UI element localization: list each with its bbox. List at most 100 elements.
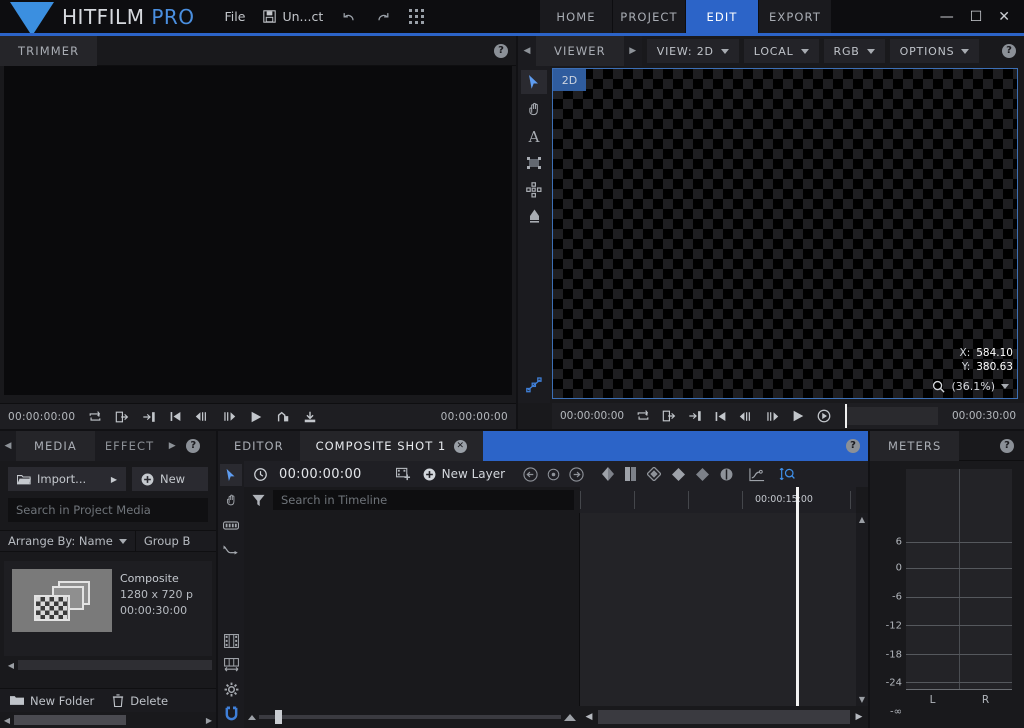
- coordinate-space-dropdown[interactable]: LOCAL: [744, 39, 819, 63]
- editor-help-icon[interactable]: ?: [846, 439, 860, 453]
- timeline-hscroll-thumb[interactable]: [598, 710, 850, 724]
- step-forward-icon[interactable]: [765, 410, 779, 423]
- prev-keyframe-icon[interactable]: [523, 467, 538, 482]
- viewer-zoom-control[interactable]: (36.1%): [926, 376, 1015, 396]
- slide-curve-icon[interactable]: [220, 539, 242, 561]
- hand-pan-icon[interactable]: [220, 489, 242, 511]
- timeline-search-input[interactable]: Search in Timeline: [273, 490, 574, 510]
- zoom-in-handle-icon[interactable]: [564, 714, 576, 721]
- group-by-dropdown[interactable]: Group B: [136, 531, 199, 551]
- close-icon[interactable]: ✕: [454, 440, 467, 453]
- ease-keyframe-icon[interactable]: [647, 467, 661, 481]
- channel-dropdown[interactable]: RGB: [824, 39, 885, 63]
- step-forward-icon[interactable]: [222, 410, 236, 423]
- value-graph-icon[interactable]: [749, 467, 765, 482]
- transform-box-icon[interactable]: [521, 151, 547, 175]
- list-item[interactable]: Composite 1280 x 720 p 00:00:30:00: [12, 569, 204, 632]
- add-keyframe-icon[interactable]: [547, 468, 560, 481]
- timeline-track-area[interactable]: [580, 513, 856, 706]
- media-tabs-next-arrow[interactable]: ▶: [164, 431, 180, 461]
- scroll-left-arrow-icon[interactable]: ◀: [582, 712, 596, 722]
- import-in-icon[interactable]: [142, 410, 156, 424]
- pen-tool-icon[interactable]: [521, 205, 547, 229]
- step-back-icon[interactable]: [195, 410, 209, 423]
- tab-media[interactable]: MEDIA: [16, 431, 95, 461]
- select-arrow-icon[interactable]: [521, 70, 547, 94]
- timeline-hscrollbar[interactable]: ◀ ▶: [580, 706, 868, 728]
- close-button[interactable]: ✕: [998, 10, 1010, 24]
- import-button[interactable]: Import... ▶: [8, 467, 126, 491]
- add-snapshot-icon[interactable]: [396, 467, 411, 481]
- new-button[interactable]: New: [132, 467, 208, 491]
- tab-composite-shot-1[interactable]: COMPOSITE SHOT 1 ✕: [300, 431, 484, 461]
- select-arrow-icon[interactable]: [220, 464, 242, 486]
- grid-apps-icon[interactable]: [409, 9, 424, 24]
- text-tool-icon[interactable]: A: [521, 124, 547, 148]
- filmstrip-resize-icon[interactable]: [220, 654, 242, 676]
- bezier-keyframe-icon[interactable]: [696, 468, 709, 481]
- skip-start-icon[interactable]: [714, 410, 727, 423]
- file-menu[interactable]: File: [225, 9, 246, 24]
- magnet-snap-icon[interactable]: [220, 702, 242, 724]
- scroll-left-arrow-icon[interactable]: ◀: [0, 716, 14, 725]
- timeline-vscrollbar[interactable]: ▲ ▼: [856, 513, 868, 706]
- export-frame-icon[interactable]: [303, 410, 317, 424]
- media-help-icon[interactable]: ?: [186, 439, 200, 453]
- timeline-timecode[interactable]: 00:00:00:00: [279, 467, 362, 482]
- skip-start-icon[interactable]: [169, 410, 182, 423]
- hold-keyframe-icon[interactable]: [625, 467, 636, 481]
- gear-icon[interactable]: [220, 678, 242, 700]
- timeline-zoom-slider[interactable]: [259, 715, 561, 719]
- media-hscroll-thumb[interactable]: [18, 660, 212, 670]
- constant-keyframe-icon[interactable]: [720, 468, 733, 481]
- export-out-icon[interactable]: [115, 410, 129, 424]
- import-in-icon[interactable]: [688, 409, 702, 423]
- project-name-button[interactable]: Un...ct: [263, 9, 323, 24]
- scroll-up-arrow-icon[interactable]: ▲: [859, 515, 865, 524]
- filter-funnel-icon[interactable]: [252, 494, 265, 507]
- meters-help-icon[interactable]: ?: [1000, 439, 1014, 453]
- view-mode-dropdown[interactable]: VIEW: 2D: [647, 39, 739, 63]
- mode-tab-edit[interactable]: EDIT: [686, 0, 758, 33]
- hand-pan-icon[interactable]: [521, 97, 547, 121]
- timeline-ruler[interactable]: 00:00:15:00 00:00:3: [580, 487, 856, 513]
- tab-editor[interactable]: EDITOR: [218, 431, 300, 461]
- media-tabs-prev-arrow[interactable]: ◀: [0, 431, 16, 461]
- trimmer-help-icon[interactable]: ?: [494, 44, 508, 58]
- fit-zoom-icon[interactable]: [779, 466, 795, 482]
- timeline-layer-list[interactable]: [244, 513, 580, 706]
- media-panel-hscrollbar[interactable]: ◀ ▶: [0, 712, 216, 728]
- media-list-hscrollbar[interactable]: ◀: [4, 658, 212, 672]
- move-anchor-icon[interactable]: [521, 178, 547, 202]
- viewer-tabs-next-arrow[interactable]: ▶: [624, 36, 642, 66]
- new-folder-button[interactable]: New Folder: [10, 694, 94, 708]
- media-item-list[interactable]: Composite 1280 x 720 p 00:00:30:00: [4, 561, 212, 656]
- scroll-right-arrow-icon[interactable]: ▶: [852, 712, 866, 722]
- timeline-playhead[interactable]: [796, 487, 799, 706]
- maximize-button[interactable]: ☐: [970, 10, 983, 24]
- redo-icon[interactable]: [375, 9, 391, 25]
- delete-button[interactable]: Delete: [112, 694, 168, 708]
- undo-icon[interactable]: [341, 9, 357, 25]
- viewer-canvas[interactable]: 2D X:584.10 Y:380.63 (36.1%): [552, 68, 1018, 399]
- play-icon[interactable]: [791, 409, 805, 423]
- next-keyframe-icon[interactable]: [569, 467, 584, 482]
- set-in-out-icon[interactable]: [276, 410, 290, 424]
- loop-icon[interactable]: [88, 410, 102, 424]
- filmstrip-icon[interactable]: [220, 630, 242, 652]
- search-input[interactable]: Search in Project Media: [8, 498, 208, 522]
- viewer-help-icon[interactable]: ?: [1002, 44, 1016, 58]
- viewer-scrub-bar[interactable]: [845, 407, 938, 425]
- media-panel-hscroll-thumb[interactable]: [14, 715, 126, 725]
- tab-trimmer[interactable]: TRIMMER: [0, 36, 97, 66]
- mode-tab-project[interactable]: PROJECT: [613, 0, 685, 33]
- viewer-tabs-prev-arrow[interactable]: ◀: [518, 36, 536, 66]
- new-layer-button[interactable]: New Layer: [423, 467, 505, 481]
- slip-tool-icon[interactable]: [220, 514, 242, 536]
- loop-icon[interactable]: [636, 409, 650, 423]
- smooth-keyframe-icon[interactable]: [672, 468, 685, 481]
- step-back-icon[interactable]: [739, 410, 753, 423]
- scroll-right-arrow-icon[interactable]: ▶: [202, 716, 216, 725]
- record-icon[interactable]: [817, 409, 831, 423]
- viewer-options-dropdown[interactable]: OPTIONS: [890, 39, 980, 63]
